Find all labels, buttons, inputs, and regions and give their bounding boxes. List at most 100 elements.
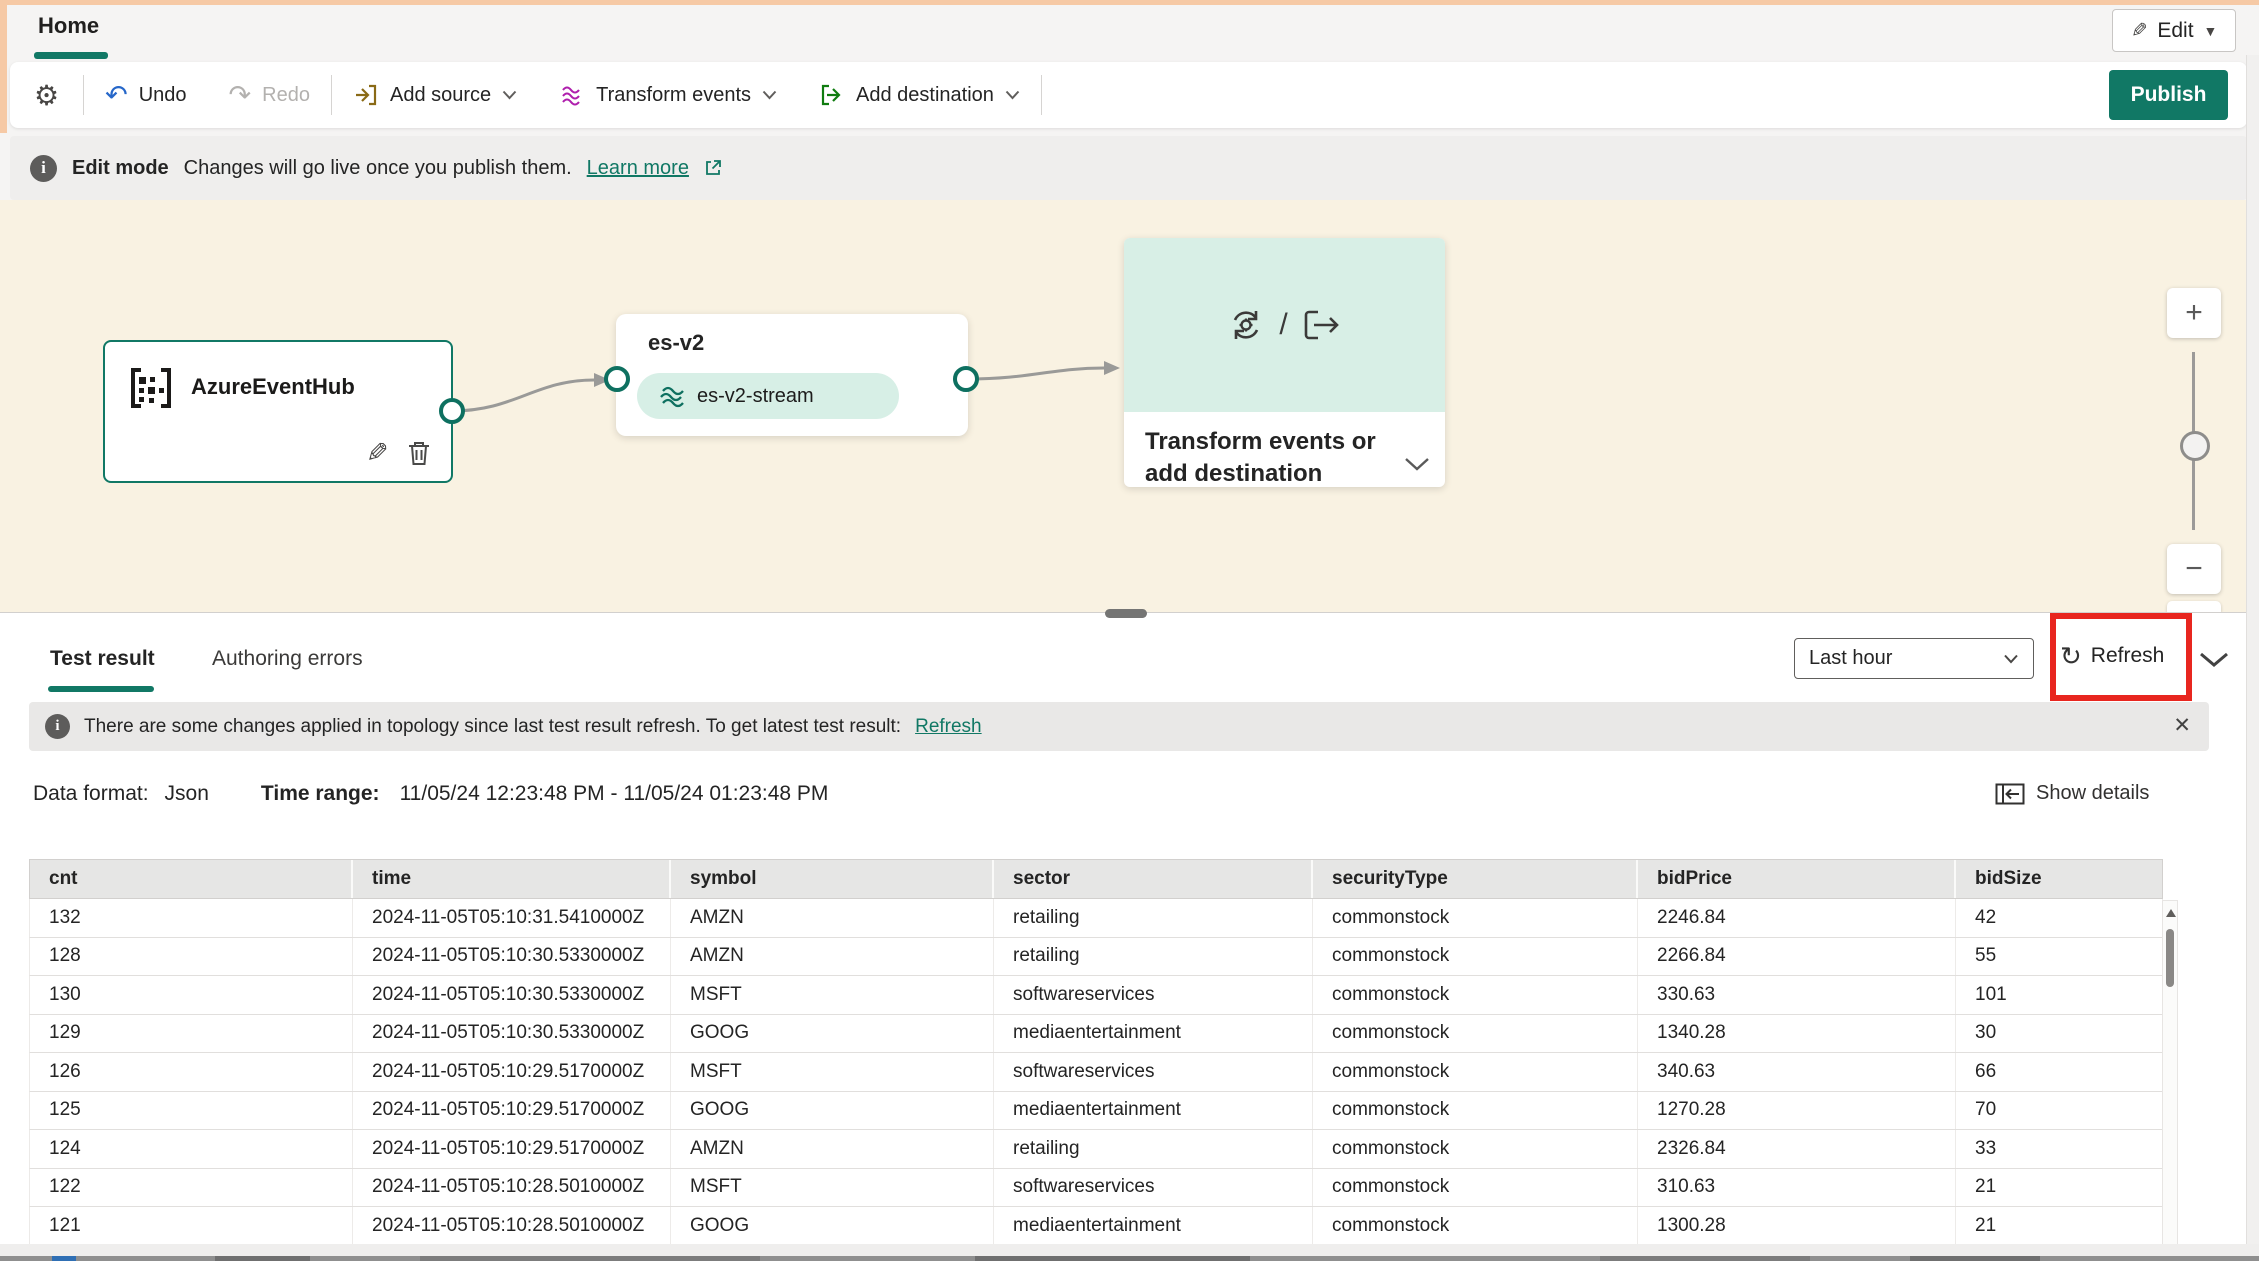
undo-icon: ↶ [105,79,128,110]
chevron-down-icon [2004,654,2018,663]
table-cell: 21 [1975,1214,1997,1236]
table-cell: AMZN [671,1130,994,1168]
table-cell: 130 [30,976,353,1014]
column-header[interactable]: cnt [30,860,353,898]
add-destination-icon [821,84,841,106]
table-row[interactable]: 130 2024-11-05T05:10:30.5330000Z MSFT softw… [29,976,2163,1015]
table-header-row: cnt time symbol sector securityType bidPrice b… [29,859,2163,899]
undo-label: Undo [138,83,187,106]
table-row[interactable]: 124 2024-11-05T05:10:29.5170000Z AMZN retai… [29,1130,2163,1169]
chevron-down-icon [1005,90,1020,100]
add-source-button[interactable]: Add source [332,72,538,118]
table-cell: 101 [1975,983,2007,1005]
time-range-label: Time range: [260,782,380,805]
placeholder-icon-area: / [1124,238,1445,412]
publish-button[interactable]: Publish [2109,70,2228,120]
table-cell: 2024-11-05T05:10:30.5330000Z [353,976,671,1014]
transform-events-button[interactable]: Transform events [538,72,798,118]
result-table: cnt time symbol sector securityType bidPrice b… [29,859,2163,1246]
table-cell: MSFT [671,1168,994,1206]
panel-resize-handle[interactable] [1105,609,1147,618]
edit-node-icon[interactable]: ✎ [366,438,389,469]
placeholder-label: Transform events or add destination [1145,428,1376,488]
zoom-in-button[interactable]: + [2167,288,2221,338]
table-cell: commonstock [1313,899,1638,937]
table-cell: 132 [30,899,353,937]
toolbar-divider [1040,75,1042,115]
table-cell: 2024-11-05T05:10:29.5170000Z [353,1053,671,1091]
redo-button[interactable]: ↷ Redo [208,72,331,118]
close-banner-icon[interactable]: ✕ [2173,713,2191,738]
stream-pill-es-v2-stream[interactable]: es-v2-stream [637,373,899,419]
column-header[interactable]: time [353,860,671,898]
data-format-label: Data format: [33,782,149,805]
table-cell: retailing [994,1130,1313,1168]
column-header[interactable]: sector [994,860,1313,898]
learn-more-link[interactable]: Learn more [587,157,689,180]
output-port[interactable] [953,366,979,392]
zoom-slider-handle[interactable] [2180,431,2210,461]
table-vertical-scrollbar[interactable] [2162,900,2178,1246]
column-header[interactable]: securityType [1313,860,1638,898]
show-details-icon [1995,783,2025,804]
panel-bottom-strip [0,1244,2259,1256]
placeholder-transform-or-destination[interactable]: / Transform events or add destination [1124,238,1445,487]
tab-authoring-errors[interactable]: Authoring errors [212,647,363,671]
table-row[interactable]: 126 2024-11-05T05:10:29.5170000Z MSFT softw… [29,1053,2163,1092]
table-row[interactable]: 121 2024-11-05T05:10:28.5010000Z GOOG media… [29,1207,2163,1246]
table-cell: commonstock [1313,1168,1638,1206]
table-cell: 2024-11-05T05:10:29.5170000Z [353,1091,671,1129]
info-icon: i [45,714,70,739]
tab-test-result[interactable]: Test result [50,647,155,671]
undo-button[interactable]: ↶ Undo [84,72,207,118]
input-port[interactable] [604,366,630,392]
tab-test-result-active-underline [48,686,154,692]
table-cell: 21 [1975,1176,1997,1198]
zoom-out-button[interactable]: − [2167,544,2221,594]
tab-home[interactable]: Home [38,13,99,39]
refresh-button[interactable]: ↻ Refresh [2060,643,2164,669]
table-cell: commonstock [1313,1053,1638,1091]
add-destination-button[interactable]: Add destination [798,72,1041,118]
refresh-link[interactable]: Refresh [915,716,982,738]
table-cell: commonstock [1313,1207,1638,1245]
window-chrome-top [0,0,2259,5]
page-scrollbar-gutter[interactable] [2246,55,2259,1255]
table-cell: AMZN [671,899,994,937]
column-header[interactable]: bidSize [1956,860,2162,898]
scrollbar-thumb[interactable] [2166,929,2174,987]
fit-view-button-partial[interactable] [2167,601,2221,612]
table-row[interactable]: 128 2024-11-05T05:10:30.5330000Z AMZN retai… [29,937,2163,976]
node-azure-event-hub[interactable]: AzureEventHub ✎ [103,340,453,483]
separator-slash: / [1279,308,1288,341]
edit-mode-dropdown-button[interactable]: ✎ Edit ▼ [2112,9,2236,52]
column-header[interactable]: bidPrice [1638,860,1956,898]
table-cell: 2326.84 [1638,1130,1956,1168]
column-header[interactable]: symbol [671,860,994,898]
edit-button-label: Edit [2157,18,2194,42]
table-row[interactable]: 122 2024-11-05T05:10:28.5010000Z MSFT softw… [29,1168,2163,1207]
table-cell: 122 [30,1168,353,1206]
table-cell: 126 [30,1053,353,1091]
table-cell: MSFT [671,1053,994,1091]
table-row[interactable]: 125 2024-11-05T05:10:29.5170000Z GOOG media… [29,1091,2163,1130]
table-row[interactable]: 129 2024-11-05T05:10:30.5330000Z GOOG media… [29,1014,2163,1053]
table-cell: AMZN [671,937,994,975]
show-details-button[interactable]: Show details [1995,782,2149,805]
table-cell: 330.63 [1638,976,1956,1014]
settings-button[interactable]: ⚙ [10,72,83,118]
collapse-panel-chevron-icon[interactable] [2198,651,2230,669]
table-cell: MSFT [671,976,994,1014]
table-cell: 66 [1975,1060,1997,1082]
output-port[interactable] [439,398,465,424]
table-cell: 70 [1975,1099,1997,1121]
scroll-up-arrow-icon[interactable] [2166,909,2176,917]
table-cell: commonstock [1313,1130,1638,1168]
topology-canvas[interactable]: AzureEventHub ✎ es-v2 es-v2-stream / Tra… [0,200,2259,612]
node-eventstream-es-v2[interactable]: es-v2 es-v2-stream [616,314,968,436]
chevron-down-icon[interactable] [1403,456,1431,472]
table-cell: 128 [30,937,353,975]
time-range-select[interactable]: Last hour [1794,638,2034,679]
table-row[interactable]: 132 2024-11-05T05:10:31.5410000Z AMZN retai… [29,899,2163,938]
delete-node-icon[interactable] [407,440,431,467]
